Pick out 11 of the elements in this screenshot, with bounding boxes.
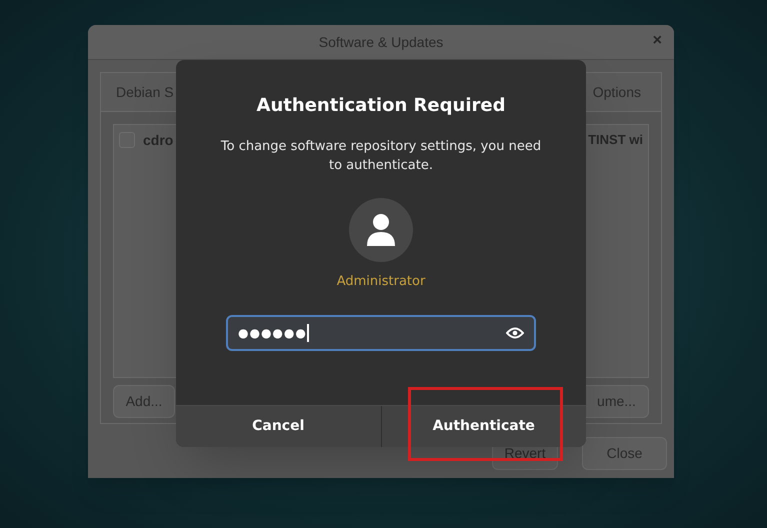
- password-field[interactable]: ●●●●●●: [226, 314, 536, 350]
- close-button[interactable]: ×: [652, 33, 662, 49]
- eye-icon[interactable]: [506, 326, 524, 338]
- dialog-title: Authentication Required: [256, 94, 506, 118]
- text-cursor: [306, 324, 309, 342]
- person-icon: [366, 213, 396, 247]
- dialog-button[interactable]: Cancel: [176, 406, 380, 447]
- dialog-message: To change software repository settings, you need to authenticate.: [220, 138, 542, 175]
- password-value: ●●●●●●: [238, 324, 307, 342]
- dialog-button[interactable]: Authenticate: [380, 406, 586, 447]
- user-name: Administrator: [336, 273, 426, 291]
